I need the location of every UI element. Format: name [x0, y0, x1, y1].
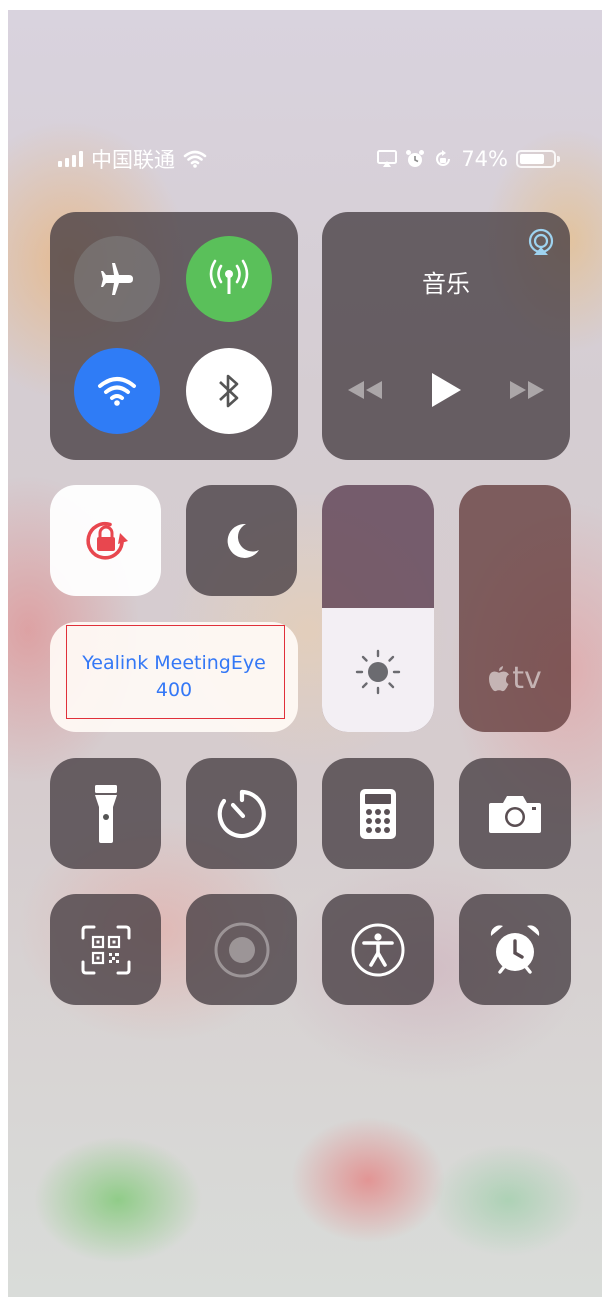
flashlight-icon: [94, 784, 117, 843]
antenna-icon: [209, 259, 249, 294]
moon-icon: [227, 523, 259, 558]
do-not-disturb-button[interactable]: [186, 485, 297, 596]
bluetooth-icon: [219, 374, 239, 408]
status-bar: 中国联通 74%: [58, 145, 560, 173]
music-panel[interactable]: 音乐: [322, 212, 570, 460]
previous-track-icon: [348, 381, 382, 399]
next-track-icon: [510, 381, 544, 399]
sun-icon: [355, 649, 401, 695]
screen-mirroring-icon: [377, 150, 398, 167]
apple-tv-label: tv: [512, 661, 542, 696]
alarm-icon: [406, 150, 425, 167]
accessibility-button[interactable]: [322, 894, 434, 1005]
brightness-slider[interactable]: [322, 485, 434, 732]
bluetooth-button[interactable]: [186, 348, 272, 434]
orientation-lock-icon: [85, 521, 128, 560]
qr-scanner-button[interactable]: [50, 894, 161, 1005]
apple-tv-remote-button[interactable]: tv: [459, 485, 571, 732]
cellular-data-button[interactable]: [186, 236, 272, 322]
qr-scanner-icon: [81, 925, 130, 974]
next-track-button[interactable]: [502, 370, 552, 410]
timer-icon: [217, 789, 266, 838]
music-title: 音乐: [422, 270, 470, 298]
highlight-box: [66, 625, 285, 719]
cellular-signal-icon: [58, 151, 83, 167]
wifi-icon: [98, 377, 136, 406]
orientation-lock-button[interactable]: [50, 485, 161, 596]
screen-record-icon: [214, 922, 269, 977]
battery-percent: 74%: [461, 147, 508, 171]
calculator-icon: [360, 788, 396, 839]
connectivity-panel: [50, 212, 298, 460]
airplay-audio-icon[interactable]: [526, 228, 556, 262]
carrier-label: 中国联通: [91, 148, 175, 172]
alarm-clock-icon: [490, 924, 540, 974]
previous-track-button[interactable]: [340, 370, 390, 410]
flashlight-button[interactable]: [50, 758, 161, 869]
camera-button[interactable]: [459, 758, 571, 869]
battery-icon: [516, 150, 560, 168]
play-icon: [432, 373, 461, 407]
airplane-mode-button[interactable]: [74, 236, 160, 322]
play-button[interactable]: [421, 370, 471, 410]
wifi-button[interactable]: [74, 348, 160, 434]
timer-button[interactable]: [186, 758, 297, 869]
wifi-icon: [183, 150, 207, 168]
apple-logo-icon: [489, 665, 510, 691]
screen-record-button[interactable]: [186, 894, 297, 1005]
accessibility-icon: [351, 923, 405, 976]
camera-icon: [489, 795, 541, 833]
alarm-clock-button[interactable]: [459, 894, 571, 1005]
calculator-button[interactable]: [322, 758, 434, 869]
orientation-lock-icon: [436, 150, 451, 166]
airplane-icon: [101, 263, 133, 295]
